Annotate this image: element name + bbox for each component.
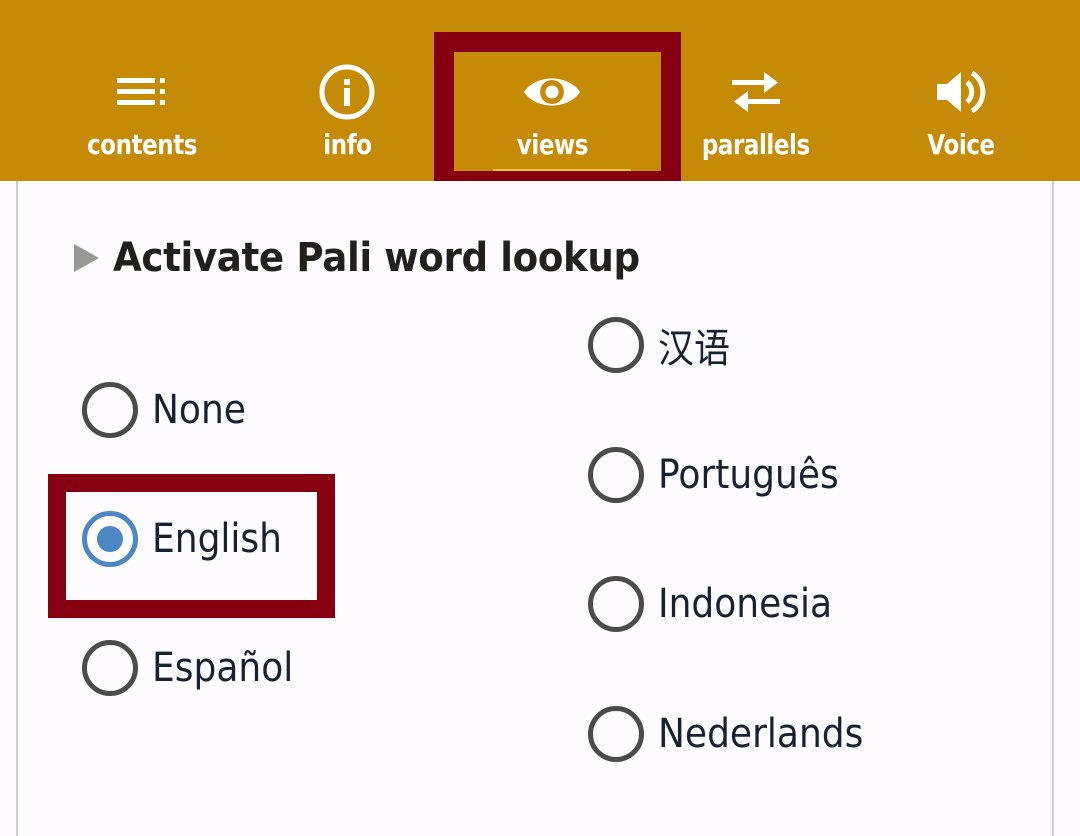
speaker-icon [937,70,986,114]
radio-option-english[interactable]: English [82,509,296,569]
tab-parallels[interactable]: parallels [666,50,846,181]
radio-label: 汉语 [658,326,730,372]
eye-icon [524,78,580,106]
radio-option-indonesia[interactable]: Indonesia [588,574,851,634]
disclosure-triangle-icon [74,244,99,272]
radio-button-selected[interactable] [82,511,138,567]
top-toolbar: contents info views parallels Voice [0,0,1080,181]
radio-button[interactable] [82,382,138,438]
tab-label: info [322,128,372,161]
radio-button[interactable] [82,640,138,696]
info-icon [319,64,375,120]
radio-button[interactable] [588,317,644,373]
active-tab-indicator [493,169,631,172]
radio-label: Español [152,645,294,691]
radio-label: Nederlands [658,711,864,757]
tab-label: contents [86,128,197,161]
tab-label: views [516,128,588,161]
pali-lookup-title: Activate Pali word lookup [113,235,640,281]
tab-contents[interactable]: contents [52,50,232,181]
radio-label: English [152,516,282,562]
radio-label: Português [658,452,839,498]
radio-option-none[interactable]: None [82,380,256,440]
tab-info[interactable]: info [257,50,437,181]
radio-button[interactable] [588,576,644,632]
radio-option-chinese[interactable]: 汉语 [588,315,738,375]
radio-option-espanol[interactable]: Español [82,638,309,698]
swap-arrows-icon [732,72,780,112]
tab-views[interactable]: views [462,50,642,181]
tab-voice[interactable]: Voice [871,50,1051,181]
list-icon [117,78,165,105]
radio-label: None [152,387,246,433]
radio-button[interactable] [588,706,644,762]
tab-label: Voice [927,128,995,161]
radio-button[interactable] [588,447,644,503]
radio-label: Indonesia [658,581,833,627]
radio-option-nederlands[interactable]: Nederlands [588,704,886,764]
pali-lookup-toggle[interactable]: Activate Pali word lookup [74,232,679,284]
radio-option-portugues[interactable]: Português [588,445,859,505]
tab-label: parallels [702,128,810,161]
